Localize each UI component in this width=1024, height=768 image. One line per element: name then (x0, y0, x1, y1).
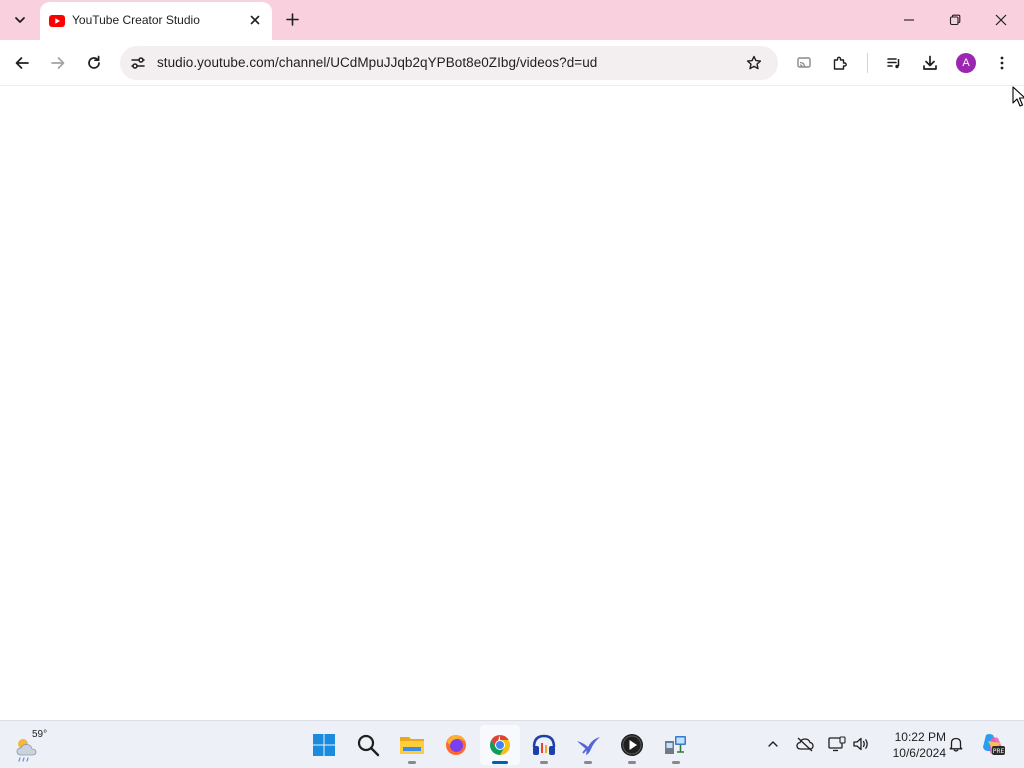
toolbar-separator (867, 53, 868, 73)
window-close-button[interactable] (978, 0, 1024, 40)
taskbar-search-button[interactable] (348, 725, 388, 765)
display-icon (828, 736, 846, 752)
chrome-icon (490, 735, 510, 755)
kebab-menu-icon (1000, 56, 1004, 70)
search-icon (357, 734, 380, 757)
media-control-icon (887, 58, 900, 69)
plus-icon (285, 12, 299, 26)
bell-icon (949, 737, 963, 752)
page-content (0, 87, 1024, 720)
weather-widget[interactable]: 59° (14, 727, 54, 763)
restore-button[interactable] (932, 0, 978, 40)
chevron-up-icon (768, 741, 778, 747)
onedrive-status-button[interactable] (794, 733, 816, 755)
tab-search-button[interactable] (6, 6, 34, 34)
browser-tab[interactable]: YouTube Creator Studio (40, 2, 272, 40)
copilot-icon: PRE (983, 734, 1005, 755)
file-explorer-app[interactable] (392, 725, 432, 765)
media-control-button[interactable] (880, 49, 908, 77)
audio-app[interactable] (524, 725, 564, 765)
close-icon (995, 14, 1007, 26)
forward-button[interactable] (44, 49, 72, 77)
media-player-app[interactable] (612, 725, 652, 765)
clock-time: 10:22 PM (894, 730, 946, 744)
media-player-icon (621, 734, 643, 756)
reload-icon (88, 55, 100, 69)
tab-close-button[interactable] (245, 10, 265, 30)
running-indicator (540, 761, 548, 764)
forward-arrow-icon (51, 57, 65, 69)
new-tab-button[interactable] (280, 7, 304, 31)
extensions-button[interactable] (826, 49, 854, 77)
display-button[interactable] (826, 733, 848, 755)
svg-text:PRE: PRE (993, 748, 1005, 755)
puzzle-icon (833, 56, 847, 70)
tab-strip: YouTube Creator Studio (0, 0, 1024, 40)
network-app-icon (665, 736, 686, 754)
cloud-offline-icon (796, 737, 814, 752)
site-info-button[interactable] (124, 49, 152, 77)
download-icon (923, 55, 937, 70)
reload-button[interactable] (80, 49, 108, 77)
notifications-button[interactable] (945, 733, 967, 755)
running-indicator (628, 761, 636, 764)
minimize-button[interactable] (886, 0, 932, 40)
running-indicator (408, 761, 416, 764)
running-indicator (584, 761, 592, 764)
cast-button[interactable] (790, 49, 818, 77)
copilot-button[interactable]: PRE (980, 731, 1006, 757)
star-icon (746, 55, 762, 70)
address-bar[interactable]: studio.youtube.com/channel/UCdMpuJJqb2qY… (120, 46, 778, 80)
file-explorer-icon (400, 737, 424, 754)
running-indicator (672, 761, 680, 764)
tab-title: YouTube Creator Studio (72, 13, 200, 27)
tune-icon (131, 57, 145, 69)
windows-start-icon (313, 734, 335, 756)
chevron-down-icon (15, 17, 25, 23)
volume-button[interactable] (850, 733, 872, 755)
clock-date: 10/6/2024 (892, 746, 946, 760)
show-hidden-icons-button[interactable] (762, 733, 784, 755)
restore-icon (949, 14, 961, 26)
url-text[interactable]: studio.youtube.com/channel/UCdMpuJJqb2qY… (157, 55, 597, 70)
start-button[interactable] (304, 725, 344, 765)
firefox-app[interactable] (436, 725, 476, 765)
bird-app[interactable] (568, 725, 608, 765)
youtube-icon (49, 13, 65, 29)
chrome-app[interactable] (480, 725, 520, 765)
mouse-cursor-icon (1012, 86, 1024, 107)
back-arrow-icon (15, 57, 29, 69)
audio-app-icon (532, 734, 556, 755)
browser-menu-button[interactable] (988, 49, 1016, 77)
active-indicator (492, 761, 508, 764)
cast-icon (797, 57, 811, 68)
weather-temperature: 59° (32, 729, 48, 740)
bird-app-icon (577, 737, 600, 755)
volume-icon (853, 737, 868, 751)
taskbar: 59° 10:22 PM 10/6/2024 PRE (0, 720, 1024, 768)
clock[interactable]: 10:22 PM 10/6/2024 (876, 729, 946, 761)
minimize-icon (904, 19, 914, 21)
bookmark-button[interactable] (740, 49, 768, 77)
avatar[interactable]: A (956, 53, 976, 73)
network-app[interactable] (656, 725, 696, 765)
close-icon (250, 15, 260, 25)
downloads-button[interactable] (916, 49, 944, 77)
firefox-icon (446, 735, 466, 755)
back-button[interactable] (8, 49, 36, 77)
browser-toolbar: studio.youtube.com/channel/UCdMpuJJqb2qY… (0, 40, 1024, 86)
